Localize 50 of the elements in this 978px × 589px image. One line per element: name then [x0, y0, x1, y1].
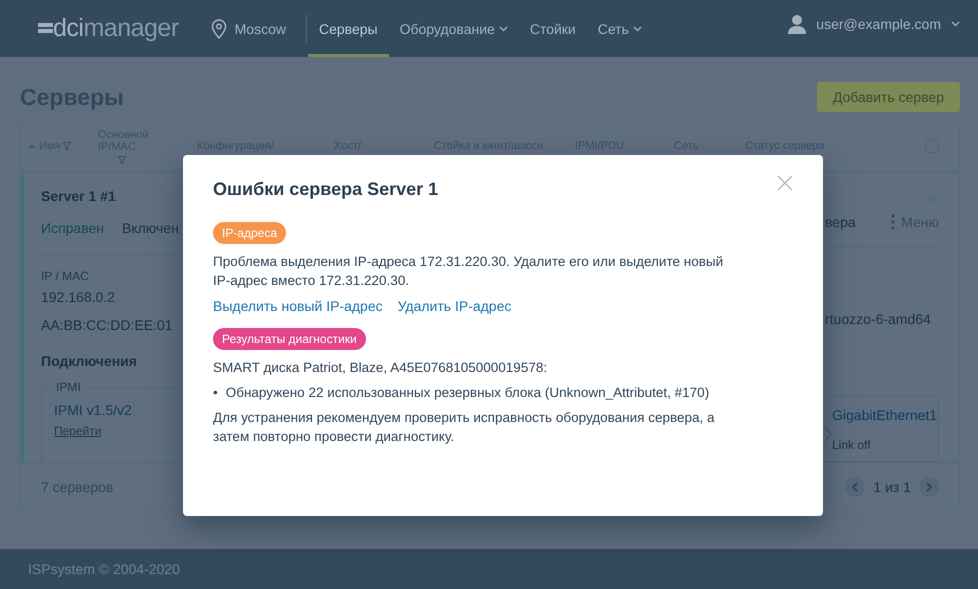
logo[interactable]: dcimanager	[38, 0, 179, 57]
filter-icon	[118, 156, 126, 164]
sort-up-icon	[28, 144, 36, 148]
next-page-button[interactable]	[919, 477, 939, 497]
more-vertical-icon	[891, 214, 896, 230]
nav-tab[interactable]: Сеть	[586, 0, 653, 57]
mac-address: AA:BB:CC:DD:EE:01	[41, 317, 172, 333]
dialog-title: Ошибки сервера Server 1	[213, 179, 438, 200]
chevron-down-icon	[498, 26, 508, 32]
user-icon	[788, 14, 806, 34]
open-link[interactable]: Перейти	[54, 424, 102, 438]
ipmi-link[interactable]: IPMI v1.5/v2	[54, 402, 132, 418]
message-text: Проблема выделения IP-адреса 172.31.220.30. Удалите его или выделите новый IP-адрес вместо 172.31.220.30.	[213, 253, 724, 290]
nav-tab[interactable]: Стойки	[518, 0, 587, 57]
category-tag: Результаты диагностики	[213, 328, 366, 350]
nav-tab[interactable]: Серверы	[308, 0, 389, 57]
nav-tab[interactable]: Оборудование	[388, 0, 519, 57]
logo-icon	[38, 23, 53, 34]
close-icon	[777, 175, 793, 191]
interface-link[interactable]: GigabitEthernet1	[832, 406, 938, 432]
add-server-button[interactable]: Добавить сервер	[816, 82, 960, 112]
field-label: IP / MAC	[41, 269, 89, 283]
chevron-down-icon	[951, 20, 960, 26]
copyright: ISPsystem © 2004-2020	[28, 561, 180, 577]
location-label[interactable]: Moscow	[234, 20, 286, 36]
platform-text: rtuozzo-6-amd64	[825, 310, 932, 329]
location-pin-icon	[210, 18, 227, 38]
action-link[interactable]: Выделить новый IP-адрес	[213, 298, 383, 314]
link-status: Link off	[832, 438, 872, 454]
server-name[interactable]: Server 1 #1	[41, 188, 116, 204]
filter-icon	[63, 142, 72, 150]
category-tag: IP-адреса	[213, 222, 286, 244]
previous-page-button[interactable]	[845, 477, 866, 497]
section-title: Подключения	[41, 353, 137, 369]
page-indicator: 1 из 1	[873, 479, 911, 495]
user-menu[interactable]: user@example.com	[816, 16, 941, 32]
health-status: Исправен	[41, 220, 104, 236]
chevron-down-icon	[632, 26, 642, 32]
chevron-right-icon	[926, 482, 932, 492]
chevron-left-icon	[852, 482, 858, 492]
power-status: Включен	[122, 220, 179, 236]
ip-address: 192.168.0.2	[41, 289, 115, 305]
status-text: вера	[825, 214, 856, 230]
action-link[interactable]: Удалить IP-адрес	[398, 298, 512, 314]
bullet-item: Обнаружено 22 использованных резервных блока (Unknown_Attributet, #170)	[226, 384, 710, 402]
panel-legend: IPMI	[52, 380, 85, 394]
message-text: SMART диска Patriot, Blaze, A45E0768105000019578:	[213, 359, 548, 377]
bullet-marker: •	[213, 384, 218, 402]
message-text: Для устранения рекомендуем проверить исправность оборудования сервера, а затем повторно провести диагностику.	[213, 409, 716, 446]
chevron-right-icon	[824, 426, 832, 442]
